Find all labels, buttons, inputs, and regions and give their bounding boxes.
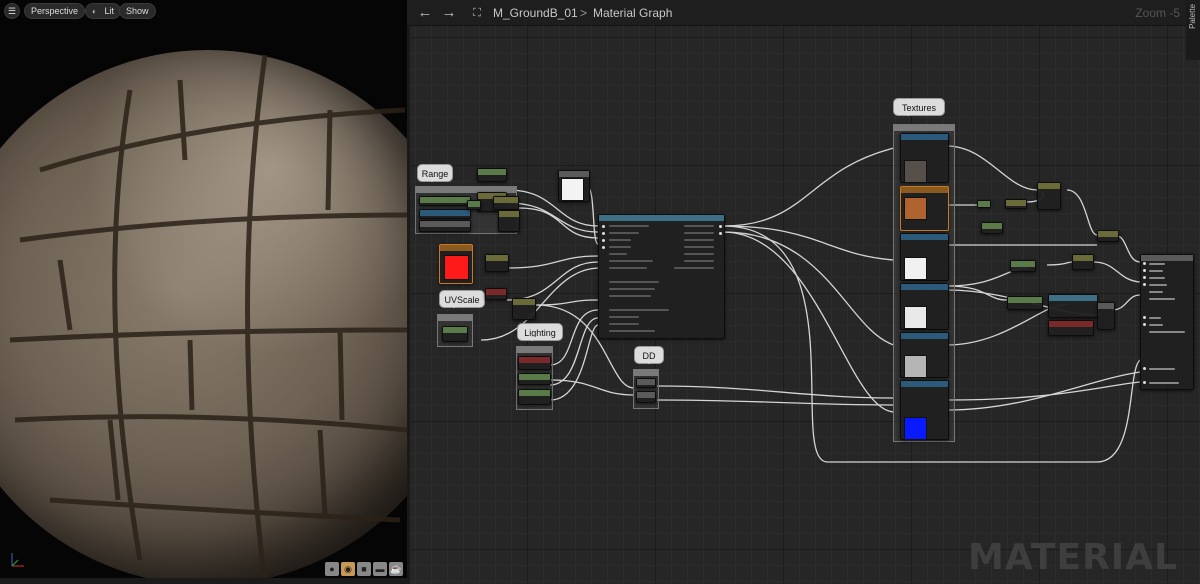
red-color-swatch: [444, 255, 469, 280]
comment-textures[interactable]: Textures: [893, 98, 945, 116]
breadcrumb-graph: Material Graph: [593, 6, 673, 20]
plane-icon[interactable]: ▬: [373, 562, 387, 576]
textures-group-header: [894, 125, 954, 131]
arrow-left-icon[interactable]: ←: [415, 3, 435, 23]
cube-icon[interactable]: ■: [357, 562, 371, 576]
material-preview-viewport[interactable]: ☰ Perspective ◐ Lit Show ● ◉ ■ ▬ ☕: [0, 0, 407, 584]
breadcrumb-separator: >: [580, 6, 588, 20]
viewport-status-strip: [0, 578, 407, 584]
material-function-node[interactable]: [598, 214, 725, 339]
perspective-button[interactable]: Perspective: [24, 3, 86, 19]
comment-range[interactable]: Range: [417, 164, 453, 182]
ao-texture-thumbnail: [904, 355, 927, 378]
light-param-node-3[interactable]: [518, 389, 551, 405]
material-graph-panel[interactable]: ← → ⛶ M_GroundB_01 > Material Graph Zoom…: [407, 0, 1200, 584]
normal-texture-thumbnail: [904, 417, 927, 440]
material-watermark: MATERIAL: [968, 537, 1178, 578]
lit-label: Lit: [104, 6, 115, 16]
sphere-icon[interactable]: ●: [325, 562, 339, 576]
texture-sample-normal[interactable]: [900, 380, 949, 440]
red-color-param-node[interactable]: [439, 244, 473, 284]
texture-sample-basecolor[interactable]: [900, 133, 949, 183]
dd-node-1[interactable]: [636, 378, 656, 388]
range-param-node-1[interactable]: [419, 196, 471, 206]
orange-texture-thumbnail: [904, 197, 927, 220]
clamp-node[interactable]: [1097, 302, 1115, 330]
constant-node-b[interactable]: [977, 200, 991, 208]
height-texture-thumbnail: [904, 306, 927, 329]
texture-icon[interactable]: ◉: [341, 562, 355, 576]
scalar-node-c[interactable]: [1010, 260, 1036, 272]
scalar-node-d[interactable]: [1007, 296, 1043, 310]
dd-group[interactable]: [633, 369, 659, 409]
multiply-node-e[interactable]: [1072, 254, 1094, 270]
scalar-node-b[interactable]: [981, 222, 1003, 234]
brick-seams: [9, 54, 407, 584]
palette-label: Palette: [1188, 4, 1197, 29]
show-label: Show: [126, 6, 149, 16]
texture-sample-ao[interactable]: [900, 332, 949, 378]
range-param-node-3[interactable]: [419, 220, 471, 232]
texture-sample-height[interactable]: [900, 283, 949, 330]
multiply-node-b[interactable]: [493, 196, 519, 210]
light-param-node-2[interactable]: [518, 373, 551, 385]
comment-uvscale[interactable]: UVScale: [439, 290, 485, 308]
comment-dd[interactable]: DD: [634, 346, 664, 364]
graph-left-edge: [407, 26, 410, 584]
range-param-node-2[interactable]: [419, 209, 471, 219]
teapot-icon[interactable]: ☕: [389, 562, 403, 576]
comment-lighting[interactable]: Lighting: [517, 323, 563, 341]
multiply-node-uv[interactable]: [512, 298, 536, 320]
show-button[interactable]: Show: [119, 3, 156, 19]
graph-toolbar: ← → ⛶ M_GroundB_01 > Material Graph Zoom…: [407, 0, 1200, 26]
lerp-node-b[interactable]: [1037, 182, 1061, 210]
light-param-node-1[interactable]: [518, 356, 551, 370]
hamburger-icon: ☰: [7, 6, 17, 16]
uvscale-param-node[interactable]: [442, 326, 468, 342]
texture-sample-orange[interactable]: [900, 186, 949, 231]
append-node-a[interactable]: [485, 254, 509, 272]
material-output-node[interactable]: [1140, 254, 1194, 390]
white-texture-node[interactable]: [558, 170, 590, 202]
lerp-node-a[interactable]: [498, 210, 520, 232]
arrow-right-icon[interactable]: →: [439, 3, 459, 23]
dd-node-2[interactable]: [636, 391, 656, 403]
palette-tab[interactable]: Palette: [1186, 0, 1200, 60]
constant-node-a[interactable]: [467, 200, 481, 210]
graph-wires: [480, 145, 1141, 463]
basecolor-texture-thumbnail: [904, 160, 927, 183]
material-graph-icon: ⛶: [473, 7, 481, 19]
sun-icon: ◐: [92, 7, 97, 16]
lerp-node-c[interactable]: [1048, 294, 1098, 318]
white-texture-thumbnail: [561, 178, 584, 201]
viewport-menu-button[interactable]: ☰: [4, 3, 20, 19]
multiply-node-d[interactable]: [1097, 230, 1119, 242]
lit-mode-button[interactable]: ◐ Lit: [85, 3, 122, 19]
scalar-node-a[interactable]: [477, 168, 507, 182]
perspective-label: Perspective: [31, 6, 79, 16]
preview-shape-toolbar: ● ◉ ■ ▬ ☕: [325, 562, 403, 576]
zoom-readout: Zoom -5: [1135, 6, 1180, 20]
axis-gizmo-icon: [11, 553, 24, 567]
texcoord-node[interactable]: [485, 288, 507, 300]
vector-param-node[interactable]: [1048, 320, 1094, 336]
roughness-texture-thumbnail: [904, 257, 927, 280]
texture-sample-roughness[interactable]: [900, 233, 949, 281]
breadcrumb-asset[interactable]: M_GroundB_01: [493, 6, 578, 20]
multiply-node-c[interactable]: [1005, 199, 1027, 209]
